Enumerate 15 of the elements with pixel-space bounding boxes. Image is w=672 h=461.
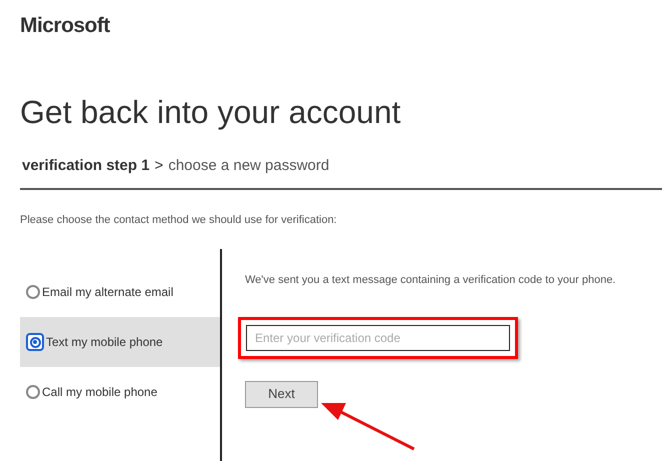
step-label: verification step 1 <box>22 156 150 176</box>
radio-button[interactable] <box>26 333 44 351</box>
step-separator: > <box>154 156 164 176</box>
contact-method-option[interactable]: Email my alternate email <box>20 267 220 317</box>
instruction-text: Please choose the contact method we should use for verification: <box>20 212 337 228</box>
contact-method-option[interactable]: Text my mobile phone <box>20 317 220 367</box>
contact-method-option[interactable]: Call my mobile phone <box>20 367 220 417</box>
verification-code-field[interactable]: Enter your verification code <box>246 324 510 350</box>
step-label: choose a new password <box>168 156 330 176</box>
page-title: Get back into your account <box>20 93 401 131</box>
message-text: We've sent you a text message containing a verification code to your phone. <box>245 273 616 288</box>
radio-button[interactable] <box>26 285 40 299</box>
next-button[interactable]: Next <box>245 380 318 408</box>
radio-button[interactable] <box>26 385 40 399</box>
brand-logo-text: Microsoft <box>20 14 110 38</box>
